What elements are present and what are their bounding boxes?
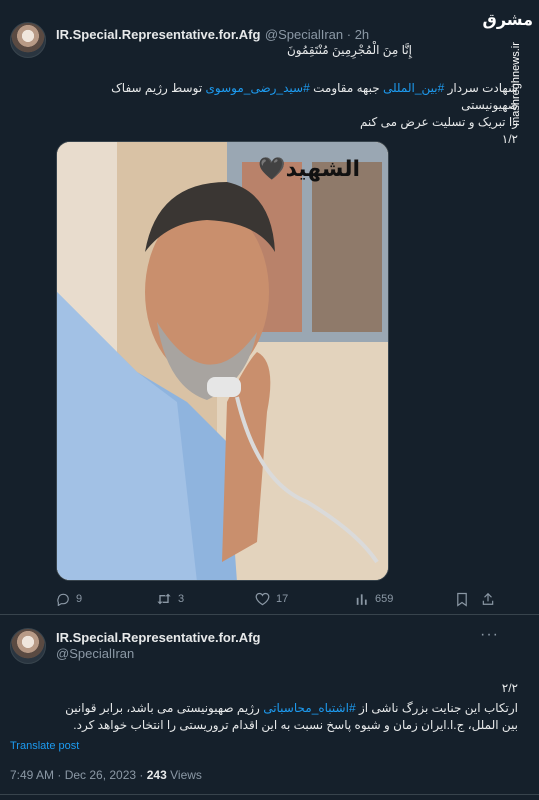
reply-button[interactable]: 9 xyxy=(56,592,82,606)
author-name[interactable]: IR.Special.Representative.for.Afg xyxy=(56,630,260,645)
like-button[interactable]: 17 xyxy=(255,592,288,606)
tweet-body: ۲/۲ ارتکاب این جنایت بزرگ ناشی از #اشتبا… xyxy=(10,680,518,734)
tweet-body: شهادت سردار #بین_المللی جبهه مقاومت #سید… xyxy=(56,80,518,148)
avatar[interactable] xyxy=(10,22,46,58)
martyr-photo xyxy=(57,142,388,580)
avatar[interactable] xyxy=(10,628,46,664)
heart-icon xyxy=(255,592,270,606)
share-button[interactable] xyxy=(481,591,495,607)
tweet-line-1: شهادت سردار #بین_المللی جبهه مقاومت #سید… xyxy=(111,81,518,112)
view-label: Views xyxy=(170,768,202,782)
retweet-count: 3 xyxy=(178,593,185,605)
views-button[interactable]: 659 xyxy=(355,592,393,606)
tweet-quote: إِنَّا مِنَ الْمُجْرِمِينَ مُنْتَقِمُونَ xyxy=(286,43,412,57)
share-icon xyxy=(482,592,494,605)
author-handle[interactable]: @SpecialIran · 2h xyxy=(265,27,369,42)
hashtag-link[interactable]: #اشتباه_محاسباتی xyxy=(263,701,355,715)
reply-count: 9 xyxy=(76,593,83,605)
tweet-line-2: بین الملل، ج.ا.ایران زمان و شیوه پاسخ نس… xyxy=(73,718,518,732)
translate-link[interactable]: Translate post xyxy=(10,740,79,752)
author-name[interactable]: IR.Special.Representative.for.Afg xyxy=(56,27,260,42)
hashtag-link[interactable]: #سید_رضی_موسوی xyxy=(206,81,310,95)
reply-icon xyxy=(57,593,69,606)
image-caption: الشهید🖤 xyxy=(258,156,360,181)
view-count: 243 xyxy=(146,768,167,782)
retweet-button[interactable]: 3 xyxy=(156,592,184,606)
timestamp[interactable]: 7:49 AM · Dec 26, 2023 · xyxy=(10,768,143,782)
like-count: 17 xyxy=(276,593,289,605)
author-handle[interactable]: @SpecialIran xyxy=(56,646,134,661)
tweet-photo[interactable]: الشهید🖤 xyxy=(56,141,389,581)
analytics-icon xyxy=(356,594,367,605)
more-options-icon[interactable]: ··· xyxy=(480,626,499,644)
tweet-line-2: را تبریک و تسلیت عرض می کنم xyxy=(359,115,518,129)
tweet-counter: ۲/۲ xyxy=(501,681,518,695)
tweet-meta: 7:49 AM · Dec 26, 2023 · 243 Views xyxy=(10,768,202,782)
bookmark-button[interactable] xyxy=(456,592,468,607)
tweet-line-1: ارتکاب این جنایت بزرگ ناشی از #اشتباه_مح… xyxy=(65,701,518,715)
watermark-logo: مشرق xyxy=(482,12,533,29)
divider xyxy=(0,794,539,795)
views-count: 659 xyxy=(375,593,394,605)
divider xyxy=(0,614,539,615)
retweet-icon xyxy=(157,593,171,605)
hashtag-link[interactable]: #بین_المللی xyxy=(383,81,444,95)
bookmark-icon xyxy=(457,592,467,607)
